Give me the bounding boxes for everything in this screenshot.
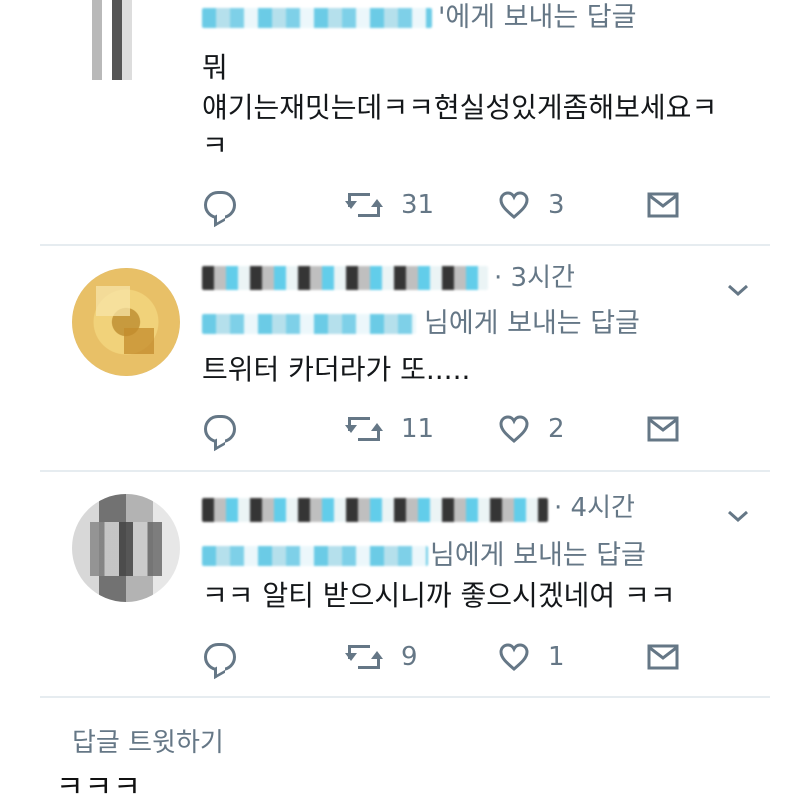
- tweet-text-line: ㅋ: [202, 129, 228, 162]
- tweet-time: · 3시간: [494, 263, 575, 293]
- tweet-1[interactable]: '에게 보내는 답글 뭐 얘기는재밋는데ㅋㅋ현실성있게좀해보세요ㅋ ㅋ 31 3: [0, 0, 800, 244]
- reply-to-text: 님에게 보내는 답글: [430, 540, 646, 571]
- reply-icon: [204, 191, 236, 219]
- retweet-count: 11: [401, 414, 435, 444]
- mail-icon: [646, 643, 680, 671]
- tweet-text-line: 트위터 카더라가 또.....: [202, 353, 471, 386]
- avatar[interactable]: [72, 268, 180, 376]
- direct-message-button[interactable]: [646, 408, 680, 450]
- like-count: 2: [548, 414, 565, 444]
- tweet-3[interactable]: · 4시간 님에게 보내는 답글 ㅋㅋ 알티 받으시니까 좋으시겠네여 ㅋㅋ 9: [0, 472, 800, 696]
- tweet-2[interactable]: · 3시간 님에게 보내는 답글 트위터 카더라가 또..... 11 2: [0, 246, 800, 470]
- tweet-actions: 31 3: [200, 184, 700, 226]
- tweet-text-line: 얘기는재밋는데ㅋㅋ현실성있게좀해보세요ㅋ: [202, 91, 718, 124]
- reply-to-text: 님에게 보내는 답글: [424, 308, 640, 339]
- divider: [40, 696, 770, 698]
- tweet-text-line: 뭐: [202, 51, 228, 84]
- reply-to-text: '에게 보내는 답글: [438, 2, 637, 33]
- heart-icon: [498, 414, 530, 444]
- reply-tweet-input-label[interactable]: 답글 트윗하기: [72, 726, 224, 760]
- user-name-and-handle[interactable]: [202, 498, 548, 522]
- reply-target-handle[interactable]: [202, 314, 416, 334]
- tweet-actions: 9 1: [200, 636, 700, 678]
- direct-message-button[interactable]: [646, 636, 680, 678]
- chevron-down-icon[interactable]: [726, 508, 750, 524]
- heart-icon: [498, 642, 530, 672]
- tweet-time: · 4시간: [554, 493, 635, 523]
- like-button[interactable]: 3: [498, 184, 565, 226]
- heart-icon: [498, 190, 530, 220]
- avatar[interactable]: [72, 0, 172, 80]
- twitter-reply-thread: '에게 보내는 답글 뭐 얘기는재밋는데ㅋㅋ현실성있게좀해보세요ㅋ ㅋ 31 3…: [0, 0, 800, 800]
- retweet-count: 9: [401, 642, 418, 672]
- reply-button[interactable]: [204, 184, 236, 226]
- reply-tweet-input[interactable]: ㅋㅋㅋ: [56, 770, 142, 800]
- retweet-button[interactable]: 9: [345, 636, 418, 678]
- retweet-icon: [345, 191, 383, 219]
- reply-icon: [204, 643, 236, 671]
- retweet-count: 31: [401, 190, 435, 220]
- chevron-down-icon[interactable]: [726, 282, 750, 298]
- reply-target-handle[interactable]: [202, 546, 428, 566]
- mail-icon: [646, 191, 680, 219]
- retweet-button[interactable]: 31: [345, 184, 434, 226]
- reply-icon: [204, 415, 236, 443]
- user-name-and-handle[interactable]: [202, 266, 488, 290]
- reply-button[interactable]: [204, 636, 236, 678]
- like-count: 1: [548, 642, 565, 672]
- mail-icon: [646, 415, 680, 443]
- retweet-button[interactable]: 11: [345, 408, 434, 450]
- reply-button[interactable]: [204, 408, 236, 450]
- tweet-text-line: ㅋㅋ 알티 받으시니까 좋으시겠네여 ㅋㅋ: [202, 579, 676, 612]
- retweet-icon: [345, 415, 383, 443]
- like-count: 3: [548, 190, 565, 220]
- like-button[interactable]: 2: [498, 408, 565, 450]
- avatar[interactable]: [72, 494, 180, 602]
- reply-target-handle[interactable]: [202, 8, 432, 28]
- like-button[interactable]: 1: [498, 636, 565, 678]
- retweet-icon: [345, 643, 383, 671]
- tweet-actions: 11 2: [200, 408, 700, 450]
- direct-message-button[interactable]: [646, 184, 680, 226]
